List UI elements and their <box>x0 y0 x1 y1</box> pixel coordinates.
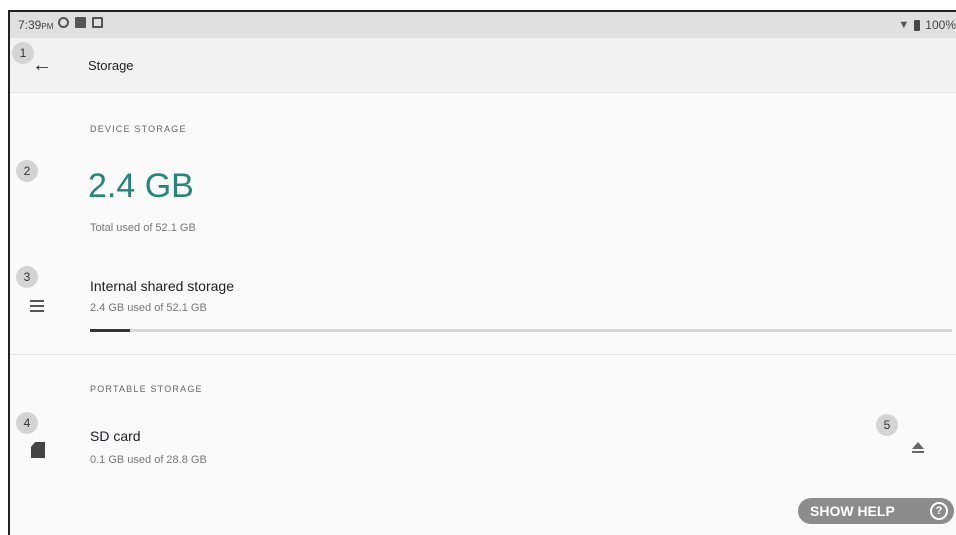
show-help-button[interactable]: SHOW HELP ? <box>798 498 954 524</box>
internal-storage-progress-fill <box>90 329 130 332</box>
step-marker-5: 5 <box>876 414 898 436</box>
notification-icons <box>58 17 103 28</box>
status-time: 7:39PM <box>18 18 53 32</box>
sd-card-title: SD card <box>90 428 141 444</box>
sd-card-icon <box>31 442 45 458</box>
status-ampm: PM <box>41 22 54 31</box>
sync-icon <box>58 17 69 28</box>
status-clock: 7:39 <box>18 18 42 32</box>
android-screen: 7:39PM ▼ 100% ← Storage 1 2 3 4 5 DEVICE… <box>8 10 956 535</box>
list-icon <box>30 300 44 312</box>
eject-icon[interactable] <box>912 442 924 454</box>
app-bar: ← Storage <box>10 38 956 93</box>
section-divider <box>10 354 956 355</box>
back-arrow-icon[interactable]: ← <box>32 54 54 76</box>
status-right: ▼ 100% <box>898 18 956 32</box>
internal-storage-title: Internal shared storage <box>90 278 234 294</box>
battery-icon <box>914 19 921 31</box>
step-marker-3: 3 <box>16 266 38 288</box>
mail-icon <box>92 17 103 28</box>
device-storage-header: DEVICE STORAGE <box>90 124 187 134</box>
internal-storage-subtitle: 2.4 GB used of 52.1 GB <box>90 302 207 314</box>
wifi-icon: ▼ <box>898 19 910 31</box>
sd-notification-icon <box>75 17 86 28</box>
portable-storage-header: PORTABLE STORAGE <box>90 384 203 394</box>
step-marker-1: 1 <box>12 42 34 64</box>
internal-storage-progress <box>90 329 952 332</box>
status-bar: 7:39PM ▼ 100% <box>10 12 956 38</box>
total-used-value: 2.4 GB <box>88 167 194 205</box>
sd-card-subtitle: 0.1 GB used of 28.8 GB <box>90 454 207 466</box>
show-help-label: SHOW HELP <box>810 503 895 519</box>
step-marker-4: 4 <box>16 412 38 434</box>
page-title: Storage <box>88 58 134 73</box>
question-icon: ? <box>930 502 948 520</box>
step-marker-2: 2 <box>16 160 38 182</box>
battery-level: 100% <box>925 18 956 32</box>
total-used-caption: Total used of 52.1 GB <box>90 222 196 234</box>
